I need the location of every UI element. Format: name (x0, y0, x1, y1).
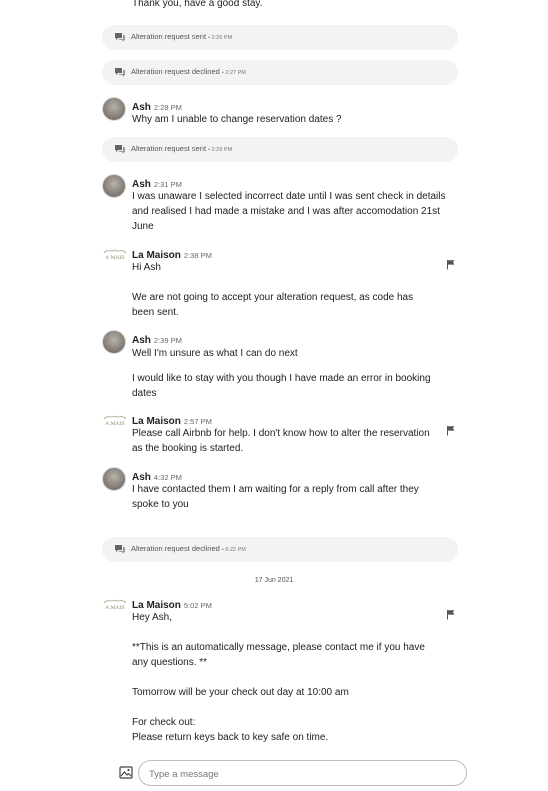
event-label: Alteration request sent (131, 144, 207, 153)
message-text: Hi Ash (132, 262, 161, 273)
logo-swirl-icon (103, 599, 127, 604)
event-pill: Alteration request declined • 6:22 PM (102, 537, 458, 562)
image-icon[interactable] (119, 766, 133, 779)
message-text: June (132, 221, 154, 232)
message-text: any questions. ** (132, 657, 208, 668)
host-logo-text: A MAIS (105, 421, 125, 427)
message-time: 2:28 PM (153, 103, 182, 112)
logo-swirl-icon (103, 415, 127, 420)
event-pill: Alteration request sent • 2:29 PM (102, 137, 458, 162)
chat-bubbles-icon (115, 545, 125, 554)
flag-icon[interactable] (446, 609, 456, 620)
event-label: Alteration request declined (131, 67, 220, 76)
message-text: Please call Airbnb for help. I don't kno… (132, 428, 430, 439)
logo-swirl-icon (103, 249, 127, 254)
message-text: Why am I unable to change reservation da… (132, 114, 342, 125)
message-time: 4:32 PM (153, 473, 182, 482)
message-text: We are not going to accept your alterati… (132, 292, 414, 303)
event-pill: Alteration request declined • 2:27 PM (102, 60, 458, 85)
message-text: spoke to you (132, 499, 189, 510)
host-logo-text: A MAIS (105, 255, 125, 261)
message-text: Well I'm unsure as what I can do next (132, 348, 298, 359)
message-input[interactable] (147, 765, 451, 783)
avatar[interactable] (102, 174, 126, 198)
sender-name[interactable]: Ash (132, 335, 151, 346)
avatar[interactable] (102, 467, 126, 491)
chat-bubbles-icon (115, 145, 125, 154)
message-composer (138, 760, 467, 786)
host-logo[interactable]: A MAIS (102, 414, 128, 432)
date-separator: 17 Jun 2021 (254, 577, 294, 584)
event-label: Alteration request sent (131, 32, 207, 41)
message-text: Tomorrow will be your check out day at 1… (132, 687, 349, 698)
message-text: been sent. (132, 307, 179, 318)
message-time: 2:57 PM (183, 417, 212, 426)
event-time: • 2:26 PM (208, 35, 233, 41)
flag-icon[interactable] (446, 425, 456, 436)
message-time: 2:39 PM (153, 336, 182, 345)
message-text: as the booking is started. (132, 443, 244, 454)
flag-icon[interactable] (446, 259, 456, 270)
chat-bubbles-icon (115, 68, 125, 77)
message-text: and realised I had made a mistake and I … (132, 206, 440, 217)
message-text: Hey Ash, (132, 612, 173, 623)
message-time: 2:31 PM (153, 180, 182, 189)
event-pill: Alteration request sent • 2:26 PM (102, 25, 458, 50)
message-time: 5:02 PM (183, 601, 212, 610)
message-text: **This is an automatically message, plea… (132, 642, 425, 653)
event-time: • 6:22 PM (221, 547, 246, 553)
message-time: 2:38 PM (183, 251, 212, 260)
message-text: For check out: (132, 717, 196, 728)
message-text: I would like to stay with you though I h… (132, 373, 431, 384)
message-text: I was unaware I selected incorrect date … (132, 191, 446, 202)
event-time: • 2:29 PM (208, 147, 233, 153)
message-text: Please return keys back to key safe on t… (132, 732, 329, 743)
host-logo[interactable]: A MAIS (102, 598, 128, 616)
message-text: Thank you, have a good stay. (132, 0, 263, 9)
host-logo-text: A MAIS (105, 605, 125, 611)
message-text: dates (132, 388, 157, 399)
chat-bubbles-icon (115, 33, 125, 42)
avatar[interactable] (102, 97, 126, 121)
host-logo[interactable]: A MAIS (102, 248, 128, 266)
avatar[interactable] (102, 330, 126, 354)
event-label: Alteration request declined (131, 544, 220, 553)
event-time: • 2:27 PM (221, 70, 246, 76)
message-text: I have contacted them I am waiting for a… (132, 484, 419, 495)
